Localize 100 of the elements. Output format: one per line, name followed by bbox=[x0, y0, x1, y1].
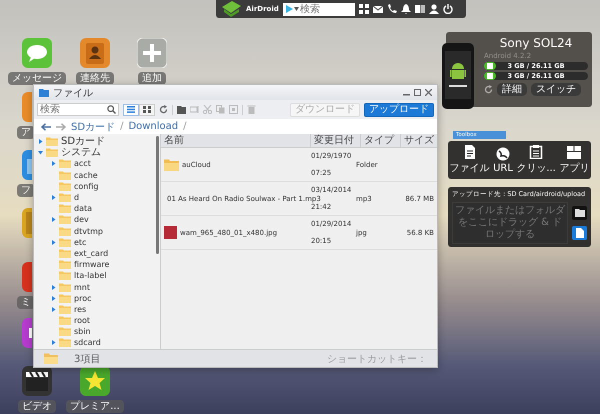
collapsed-arrow-icon[interactable] bbox=[51, 240, 56, 245]
folder-tree-item[interactable]: acct bbox=[34, 158, 156, 170]
collapsed-arrow-icon[interactable] bbox=[51, 195, 56, 200]
search-icon[interactable] bbox=[107, 105, 116, 114]
app-label: 連絡先 bbox=[76, 72, 114, 85]
logo-icon bbox=[220, 1, 242, 17]
collapsed-arrow-icon[interactable] bbox=[51, 217, 56, 222]
folder-tree-item[interactable]: lta-label bbox=[34, 270, 156, 282]
close-icon[interactable] bbox=[425, 89, 432, 96]
search-field[interactable]: 検索 bbox=[282, 2, 355, 16]
star-app-icon[interactable] bbox=[80, 366, 110, 396]
window-title: ファイル bbox=[53, 86, 93, 100]
power-icon[interactable] bbox=[442, 4, 453, 14]
collapsed-arrow-icon[interactable] bbox=[51, 306, 56, 312]
folder-icon bbox=[59, 294, 71, 303]
files-app-icon[interactable] bbox=[22, 150, 32, 180]
app-app-icon[interactable] bbox=[22, 92, 32, 122]
folder-tree-item[interactable]: d bbox=[34, 192, 156, 204]
folder-icon bbox=[59, 316, 71, 326]
collapsed-arrow-icon[interactable] bbox=[51, 161, 56, 166]
url-tool-button[interactable]: URL bbox=[493, 146, 513, 174]
caret-icon[interactable] bbox=[294, 7, 299, 11]
phone-icon[interactable] bbox=[386, 4, 397, 14]
media-app-icon[interactable] bbox=[22, 318, 32, 348]
breadcrumb-link[interactable]: Download bbox=[128, 121, 178, 132]
folder-tree-item[interactable]: data bbox=[34, 203, 156, 214]
back-arrow-icon[interactable] bbox=[41, 122, 51, 130]
search-field[interactable]: 検索 bbox=[37, 103, 119, 116]
column-header[interactable]: タイプ bbox=[361, 134, 401, 147]
collapsed-arrow-icon[interactable] bbox=[51, 296, 56, 301]
details-button[interactable]: 詳細 bbox=[497, 83, 527, 96]
mail-icon[interactable] bbox=[372, 4, 383, 14]
music-app-icon[interactable] bbox=[22, 262, 32, 292]
apps-tool-button[interactable]: アプリ bbox=[559, 145, 590, 175]
apps-icon bbox=[567, 145, 582, 159]
grid-view-button[interactable] bbox=[139, 104, 155, 116]
scrollbar[interactable] bbox=[156, 136, 159, 254]
photos-app-icon[interactable] bbox=[22, 208, 32, 238]
folder-icon bbox=[46, 137, 58, 146]
folder-icon bbox=[59, 193, 71, 202]
grid-icon[interactable] bbox=[358, 4, 369, 14]
folder-tree-item[interactable]: cache bbox=[34, 170, 156, 181]
collapsed-arrow-icon[interactable] bbox=[51, 284, 56, 290]
folder-tree-item[interactable]: システム bbox=[34, 147, 156, 158]
folder-tree-item[interactable]: proc bbox=[34, 292, 156, 304]
upload-button[interactable]: アップロード bbox=[364, 102, 434, 116]
column-header[interactable]: 名前 bbox=[161, 134, 311, 147]
upload-folder-button[interactable] bbox=[572, 206, 587, 220]
clipboard-tool-button[interactable]: クリッ... bbox=[516, 145, 556, 175]
list-view-button[interactable] bbox=[123, 104, 139, 116]
switch-button[interactable]: スイッチ bbox=[531, 83, 581, 96]
folder-tree-item[interactable]: root bbox=[34, 315, 156, 326]
grid-icon bbox=[143, 106, 151, 113]
app-label: プレミア... bbox=[66, 400, 124, 413]
app-label: ビデオ bbox=[18, 400, 56, 413]
folder-icon bbox=[574, 209, 584, 217]
upload-file-button[interactable] bbox=[572, 226, 587, 240]
clipboard-icon bbox=[529, 145, 544, 159]
column-header[interactable]: 変更日付 bbox=[311, 134, 361, 147]
add-app-icon[interactable] bbox=[137, 38, 167, 68]
folder-tree-item[interactable]: etc bbox=[34, 236, 156, 248]
folder-tree-item[interactable]: firmware bbox=[34, 259, 156, 270]
folder-tree-item[interactable]: dtvtmp bbox=[34, 226, 156, 237]
collapsed-arrow-icon[interactable] bbox=[38, 139, 43, 144]
breadcrumb-link[interactable]: SDカード bbox=[71, 120, 116, 134]
expanded-arrow-icon[interactable] bbox=[38, 150, 43, 156]
column-header[interactable]: サイズ bbox=[401, 134, 437, 147]
collapsed-arrow-icon[interactable] bbox=[51, 340, 56, 346]
new-folder-icon[interactable] bbox=[177, 105, 186, 114]
folder-icon bbox=[59, 327, 71, 336]
contacts-app-icon[interactable] bbox=[80, 38, 110, 68]
folder-tree-item[interactable]: res bbox=[34, 304, 156, 315]
folder-icon bbox=[59, 282, 71, 292]
folder-tree-item[interactable]: ext_card bbox=[34, 248, 156, 260]
file-tool-button[interactable]: ファイル bbox=[450, 145, 490, 175]
bell-icon[interactable] bbox=[400, 4, 411, 14]
phone-drawing bbox=[442, 43, 474, 109]
folder-icon bbox=[59, 170, 71, 180]
folder-tree-item[interactable]: dev bbox=[34, 214, 156, 226]
folder-icon bbox=[59, 215, 71, 224]
folder-icon bbox=[59, 248, 71, 258]
video-app-icon[interactable] bbox=[22, 366, 52, 396]
folder-icon bbox=[59, 271, 71, 280]
folder-tree-item[interactable]: config bbox=[34, 180, 156, 192]
folder-tree-item[interactable]: mnt bbox=[34, 281, 156, 293]
forward-arrow-icon[interactable] bbox=[56, 122, 66, 130]
folder-icon bbox=[59, 204, 71, 214]
refresh-icon[interactable] bbox=[484, 85, 493, 94]
app-label: メッセージ bbox=[8, 72, 66, 85]
folder-tree-item[interactable]: sdcard bbox=[34, 337, 156, 349]
folder-icon bbox=[59, 182, 71, 191]
folder-icon bbox=[44, 353, 58, 364]
person-icon[interactable] bbox=[428, 4, 439, 14]
folder-tree-item[interactable]: SDカード bbox=[34, 136, 156, 148]
folder-icon bbox=[59, 338, 71, 348]
app-label: 追加 bbox=[138, 72, 166, 85]
maximize-icon[interactable] bbox=[414, 89, 421, 96]
messages-app-icon[interactable] bbox=[22, 38, 52, 68]
refresh-icon[interactable] bbox=[159, 105, 168, 114]
folder-tree-item[interactable]: sbin bbox=[34, 326, 156, 338]
